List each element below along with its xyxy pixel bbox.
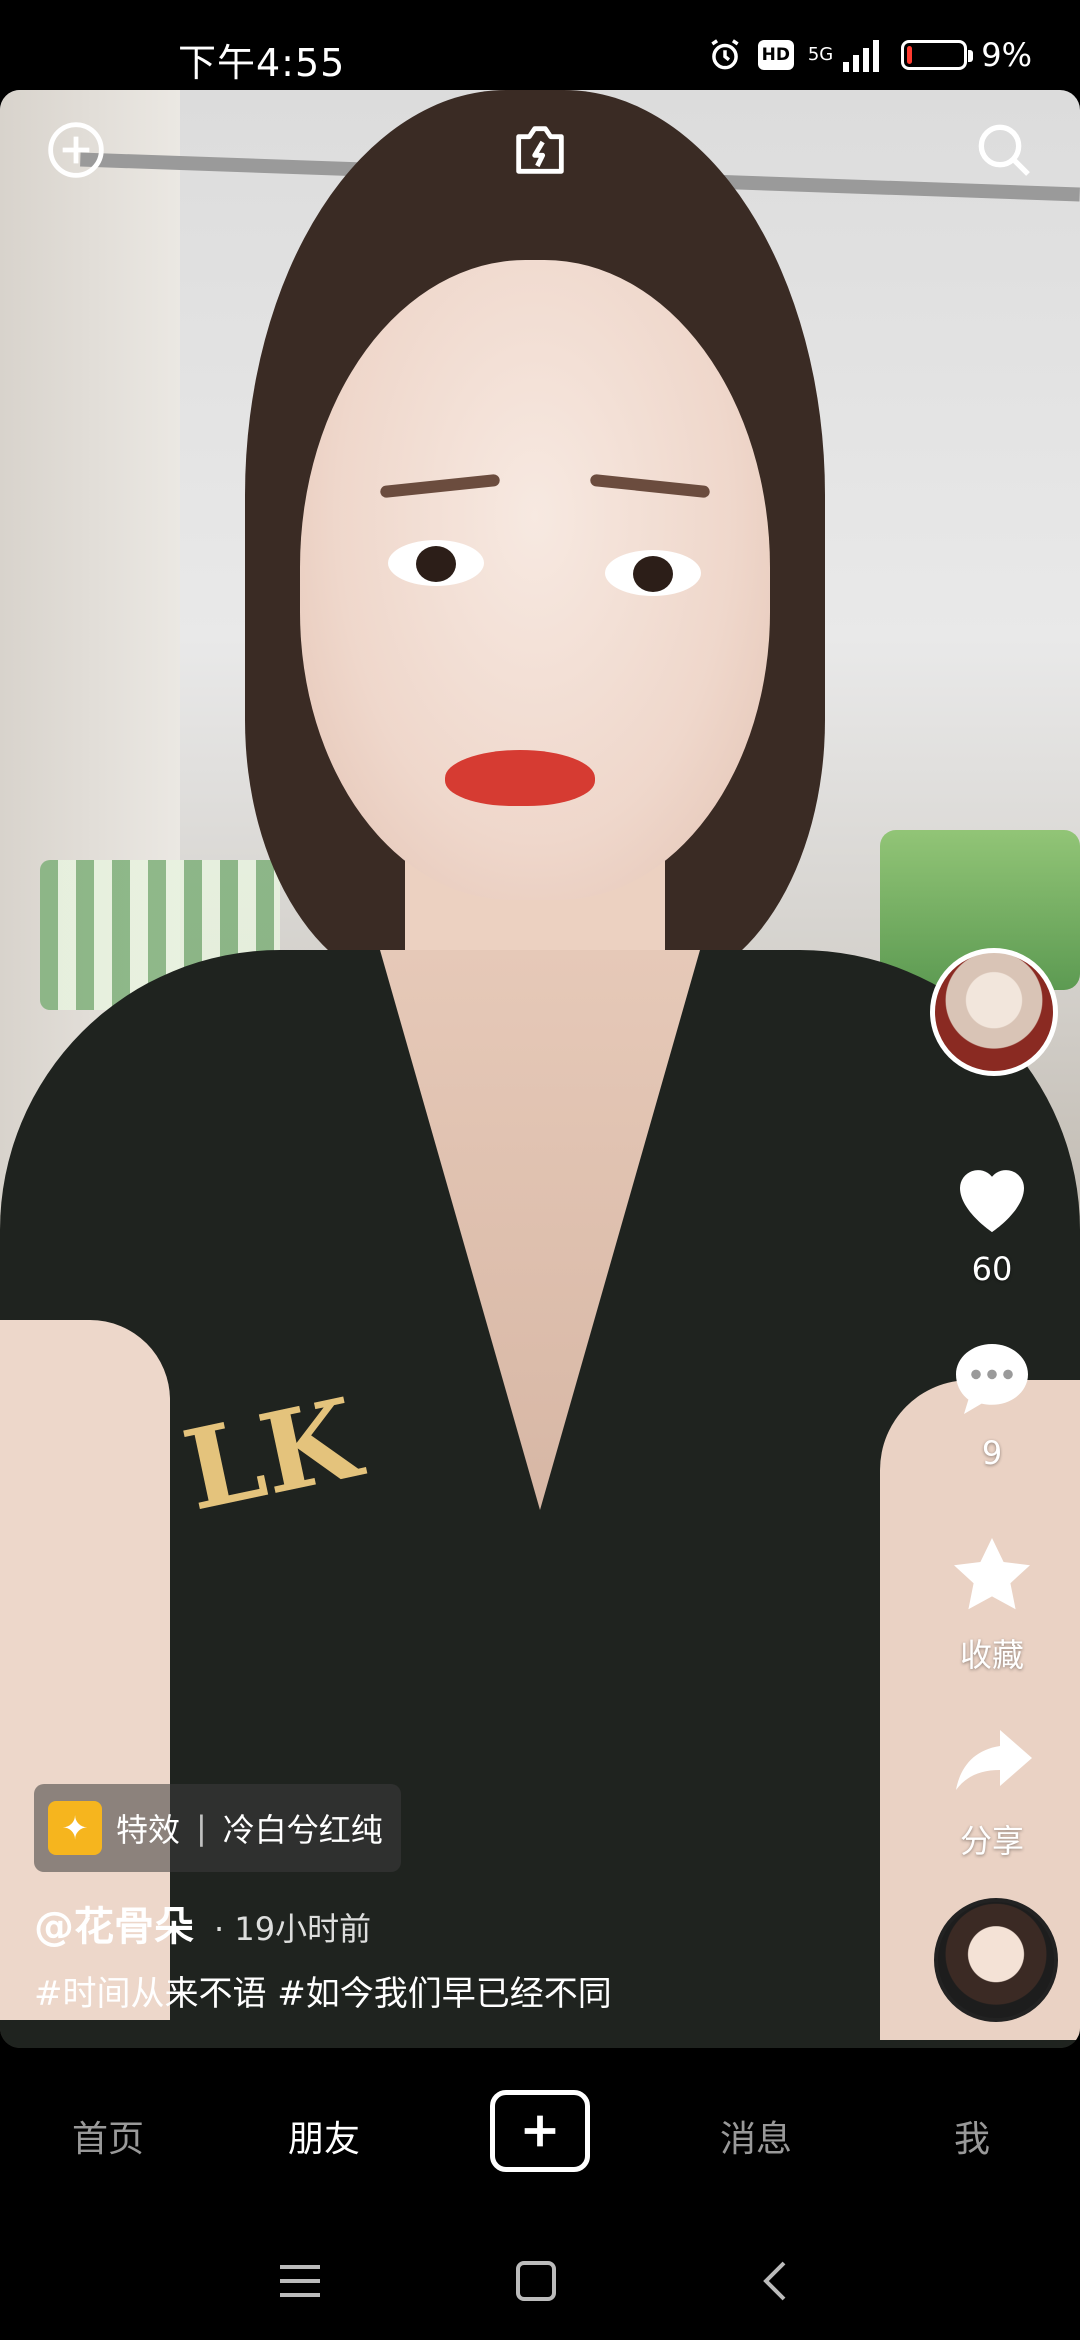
comment-button[interactable]: 9 — [922, 1332, 1062, 1472]
create-button[interactable] — [490, 2090, 590, 2172]
share-label: 分享 — [959, 1822, 1024, 1860]
subject-eye-left — [388, 540, 484, 586]
like-button[interactable]: 60 — [922, 1148, 1062, 1288]
subject-eye-right — [605, 550, 701, 596]
effect-label: 特效 — [116, 1811, 181, 1849]
signal-icon — [841, 38, 887, 72]
subject-lips — [445, 750, 595, 806]
share-button[interactable]: 分享 — [922, 1714, 1062, 1862]
menu-button[interactable] — [270, 2256, 330, 2306]
comment-count: 9 — [981, 1434, 1003, 1472]
square-home-icon — [516, 2261, 556, 2301]
effect-chip[interactable]: ✦ 特效 | 冷白兮红纯 — [34, 1784, 401, 1872]
post-time: · 19小时前 — [214, 1910, 372, 1948]
nav-messages[interactable]: 消息 — [720, 2110, 792, 2162]
status-icons: HD 5G 9% — [706, 36, 1032, 74]
nav-friends[interactable]: 朋友 — [288, 2110, 360, 2162]
battery-icon — [901, 40, 974, 70]
battery-percent: 9% — [981, 36, 1032, 74]
add-circle-icon — [48, 122, 104, 178]
network-label: 5G — [807, 44, 834, 65]
nav-me[interactable]: 我 — [954, 2110, 990, 2162]
video-caption[interactable]: #时间从来不语 #如今我们早已经不同 — [34, 1966, 612, 2015]
star-icon — [954, 1538, 1030, 1610]
comment-icon — [956, 1344, 1028, 1414]
favorite-button[interactable]: 收藏 — [922, 1528, 1062, 1676]
effect-divider: | — [196, 1809, 207, 1847]
battery-level — [907, 46, 913, 64]
effect-name: 冷白兮红纯 — [222, 1811, 383, 1849]
flash-camera-icon — [516, 126, 564, 174]
video-subject: LK — [0, 90, 1080, 2048]
music-disc[interactable] — [934, 1898, 1058, 2022]
back-chevron-icon — [763, 2261, 786, 2301]
author-row: @花骨朵 · 19小时前 — [34, 1894, 371, 1952]
menu-icon — [280, 2265, 320, 2297]
home-button[interactable] — [506, 2256, 566, 2306]
nav-home[interactable]: 首页 — [72, 2110, 144, 2162]
status-time: 下午4:55 — [178, 41, 346, 85]
alarm-icon — [706, 36, 744, 74]
search-button[interactable] — [964, 110, 1044, 190]
hd-icon: HD — [757, 40, 794, 70]
like-count: 60 — [971, 1250, 1013, 1288]
search-icon — [978, 124, 1030, 176]
sparkle-icon: ✦ — [48, 1801, 102, 1855]
share-icon — [956, 1730, 1032, 1790]
add-circle-button[interactable] — [36, 110, 116, 190]
status-bar: 下午4:55 HD 5G 9% — [0, 0, 1080, 90]
system-nav — [0, 2218, 1080, 2340]
author-name[interactable]: @花骨朵 — [34, 1894, 194, 1952]
video-player[interactable]: LK — [0, 90, 1080, 2048]
bottom-nav: 首页 朋友 消息 我 — [0, 2048, 1080, 2218]
favorite-label: 收藏 — [959, 1636, 1024, 1674]
flash-camera-button[interactable] — [500, 110, 580, 190]
back-button[interactable] — [746, 2256, 806, 2306]
creator-avatar[interactable] — [930, 948, 1058, 1076]
heart-icon — [960, 1170, 1024, 1232]
plus-icon — [524, 2115, 556, 2147]
